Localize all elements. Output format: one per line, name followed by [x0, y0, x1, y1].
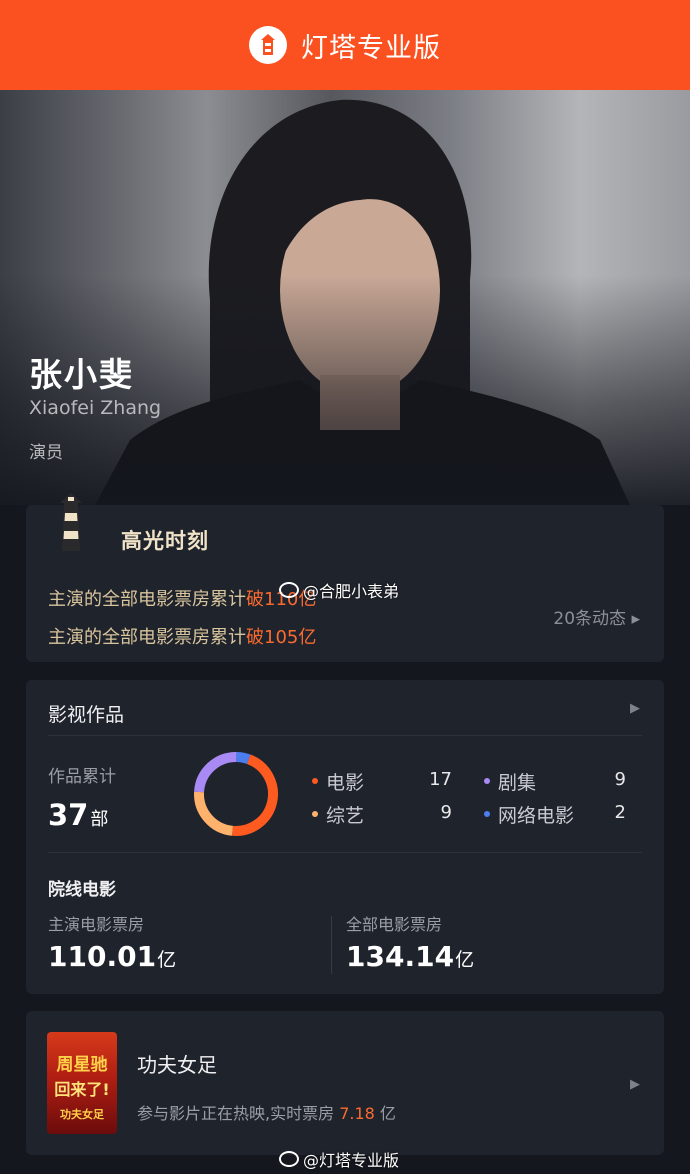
film-box-office-unit: 亿 — [379, 1104, 396, 1123]
weibo-icon — [279, 1151, 299, 1167]
donut-slice-1 — [194, 752, 237, 793]
donut-slice-0 — [232, 754, 278, 836]
film-description: 参与影片正在热映,实时票房 7.18 亿 — [137, 1100, 396, 1124]
actor-name: 张小斐 — [29, 355, 134, 394]
works-total-label: 作品累计 — [48, 767, 116, 787]
legend-label: 综艺 — [326, 805, 365, 827]
lead-box-office-label: 主演电影票房 — [48, 915, 145, 934]
watermark-top-text: @合肥小表弟 — [303, 582, 400, 601]
works-total-value: 37 — [48, 798, 89, 832]
donut-slice-2 — [194, 791, 234, 836]
more-updates-link[interactable]: 20条动态 ▸ — [553, 604, 640, 629]
legend-value-movie: 17 — [429, 769, 452, 790]
highlight-line-2-text: 主演的全部电影票房累计 — [48, 627, 246, 648]
highlight-line-2-value: 破105亿 — [246, 627, 317, 648]
works-more-arrow-icon[interactable]: ▶ — [630, 701, 640, 716]
works-donut-chart — [194, 752, 278, 836]
legend-label: 剧集 — [498, 772, 537, 794]
film-more-arrow-icon[interactable]: ▶ — [630, 1077, 640, 1092]
highlight-title: 高光时刻 — [121, 529, 209, 553]
film-desc-text: 参与影片正在热映,实时票房 — [137, 1104, 335, 1123]
watermark-bottom: @灯塔专业版 — [279, 1147, 399, 1171]
poster-text-3: 功夫女足 — [60, 1108, 104, 1121]
all-box-office-number: 134.14 — [346, 940, 455, 973]
legend-label: 电影 — [326, 772, 365, 794]
vertical-divider — [331, 916, 332, 974]
legend-item-movie: 电影 — [312, 768, 364, 795]
watermark-bottom-text: @灯塔专业版 — [303, 1151, 400, 1170]
app-header: 灯塔专业版 — [0, 0, 690, 90]
all-box-office-unit: 亿 — [455, 949, 475, 971]
poster-text-1: 周星驰 — [56, 1055, 108, 1075]
lighthouse-logo-icon — [249, 26, 287, 64]
film-box-office-value: 7.18 — [339, 1104, 375, 1123]
legend-item-web-movie: 网络电影 — [484, 801, 574, 828]
highlight-line-1: 主演的全部电影票房累计破110亿 — [48, 585, 316, 611]
actor-role: 演员 — [29, 443, 63, 463]
legend-dot — [312, 810, 318, 817]
divider — [48, 735, 642, 736]
legend-item-variety: 综艺 — [312, 801, 364, 828]
works-total-count: 37 部 — [48, 798, 108, 832]
highlight-line-1-text: 主演的全部电影票房累计 — [48, 589, 246, 610]
donut-slice-3 — [236, 752, 251, 765]
app-title: 灯塔专业版 — [301, 32, 441, 64]
legend-value-variety: 9 — [440, 802, 452, 823]
legend-dot — [312, 777, 318, 784]
all-box-office-value: 134.14亿 — [346, 940, 474, 973]
legend-label: 网络电影 — [498, 805, 575, 827]
works-card: 影视作品 ▶ 作品累计 37 部 电影 17 剧集 9 综艺 9 网络电影 2 院… — [26, 680, 664, 994]
all-box-office-label: 全部电影票房 — [346, 915, 443, 934]
film-poster: 周星驰 回来了! 功夫女足 — [47, 1032, 117, 1134]
lead-box-office-number: 110.01 — [48, 940, 157, 973]
film-title: 功夫女足 — [137, 1053, 217, 1077]
cinema-section-title: 院线电影 — [48, 880, 116, 900]
legend-value-web-movie: 2 — [614, 802, 626, 823]
highlight-line-2: 主演的全部电影票房累计破105亿 — [48, 623, 316, 649]
watermark-top: @合肥小表弟 — [279, 578, 399, 602]
divider — [48, 852, 642, 853]
weibo-icon — [279, 582, 299, 598]
actor-english-name: Xiaofei Zhang — [29, 397, 162, 419]
works-title: 影视作品 — [48, 704, 125, 726]
works-total-unit: 部 — [90, 809, 109, 830]
legend-dot — [484, 777, 490, 784]
lighthouse-badge-icon — [60, 493, 82, 551]
lead-box-office-value: 110.01亿 — [48, 940, 176, 973]
lead-box-office-unit: 亿 — [157, 949, 177, 971]
legend-dot — [484, 810, 490, 817]
poster-text-2: 回来了! — [54, 1080, 110, 1099]
profile-hero: 张小斐 Xiaofei Zhang 演员 — [0, 90, 690, 505]
legend-value-series: 9 — [614, 769, 626, 790]
legend-item-series: 剧集 — [484, 768, 536, 795]
now-showing-card[interactable]: 周星驰 回来了! 功夫女足 功夫女足 参与影片正在热映,实时票房 7.18 亿 … — [26, 1011, 664, 1155]
